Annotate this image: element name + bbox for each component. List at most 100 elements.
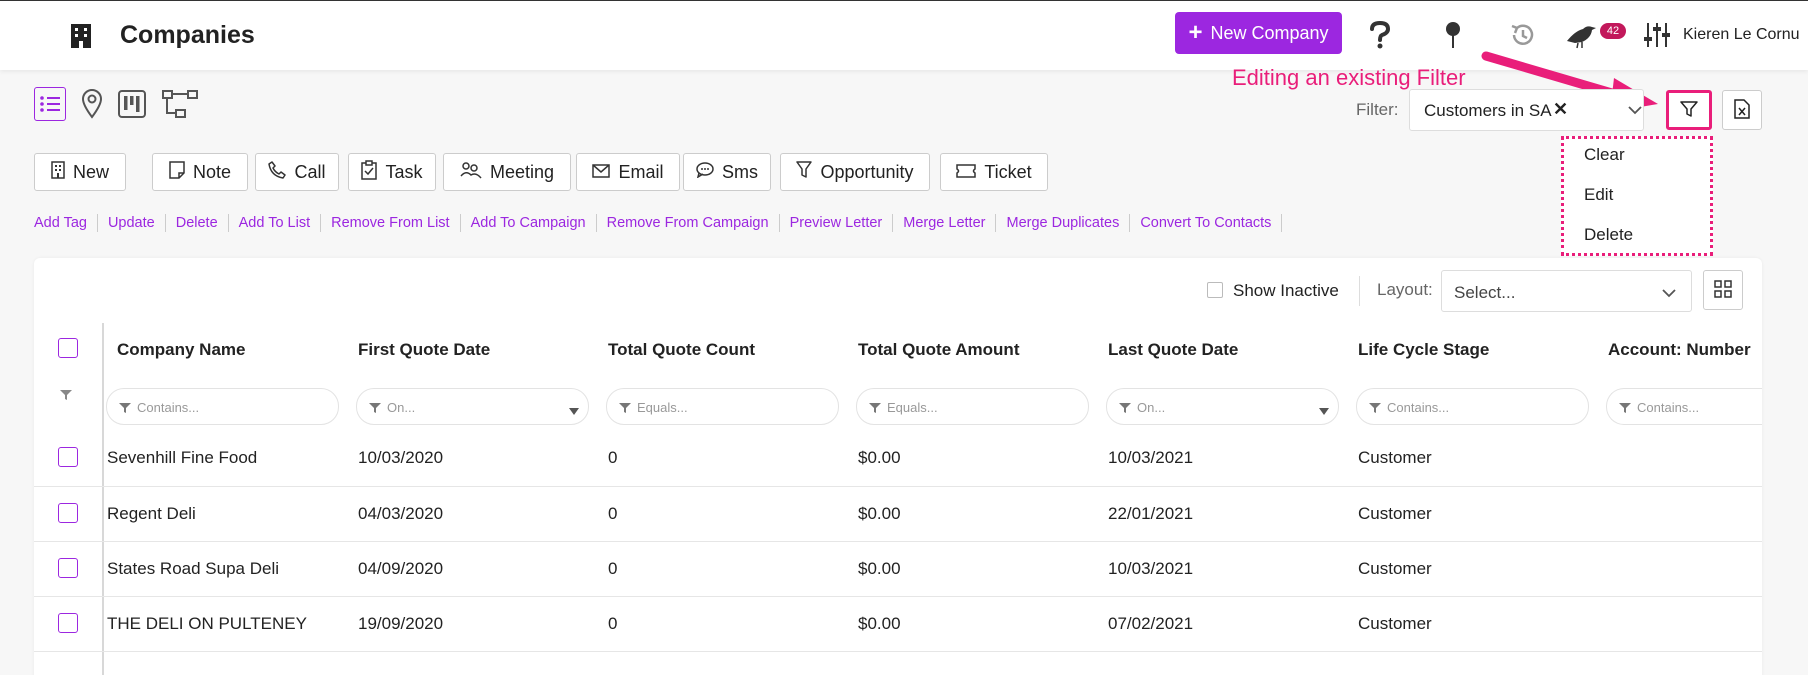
column-header-total-quote-amount[interactable]: Total Quote Amount — [858, 340, 1019, 360]
filter-value: Customers in SA — [1424, 101, 1552, 120]
link-convert-to-contacts[interactable]: Convert To Contacts — [1130, 214, 1283, 232]
bulk-action-links: Add Tag Update Delete Add To List Remove… — [34, 214, 1283, 232]
user-name[interactable]: Kieren Le Cornu — [1683, 26, 1800, 44]
kanban-view-icon[interactable] — [116, 87, 148, 121]
companies-table-card: Show Inactive Layout: Select... Company … — [34, 258, 1762, 675]
task-button[interactable]: Task — [348, 153, 436, 191]
cell-first-quote-date: 19/09/2020 — [358, 614, 444, 633]
filter-label: Filter: — [1356, 100, 1399, 119]
cell-company-name[interactable]: Regent Deli — [107, 504, 196, 524]
clear-filter-icon[interactable]: ✕ — [1553, 99, 1568, 120]
layout-select-placeholder: Select... — [1454, 283, 1516, 302]
note-button-label: Note — [192, 161, 232, 182]
link-delete[interactable]: Delete — [166, 214, 229, 232]
show-inactive-checkbox[interactable] — [1207, 282, 1223, 298]
table-row[interactable]: Regent Deli 04/03/2020 0 $0.00 22/01/202… — [34, 486, 1762, 541]
link-add-to-campaign[interactable]: Add To Campaign — [461, 214, 597, 232]
cell-first-quote-date: 04/09/2020 — [358, 559, 444, 578]
row-checkbox[interactable] — [58, 503, 78, 523]
column-header-life-cycle-stage[interactable]: Life Cycle Stage — [1358, 340, 1489, 360]
layout-label: Layout: — [1377, 280, 1433, 299]
caret-down-icon — [569, 403, 579, 421]
new-button[interactable]: New — [34, 153, 126, 191]
chevron-down-icon — [1628, 102, 1642, 120]
select-all-checkbox[interactable] — [58, 338, 78, 358]
cell-last-quote-date: 22/01/2021 — [1108, 504, 1194, 523]
funnel-icon — [119, 401, 131, 419]
cell-company-name[interactable]: Sevenhill Fine Food — [107, 448, 257, 468]
filter-placeholder: Contains... — [1387, 400, 1450, 415]
filter-total-quote-count[interactable]: Equals... — [606, 388, 839, 425]
filter-account-number[interactable]: Contains... — [1606, 388, 1762, 425]
clipboard-check-icon — [361, 159, 378, 185]
column-header-company-name[interactable]: Company Name — [117, 340, 245, 360]
link-remove-from-campaign[interactable]: Remove From Campaign — [597, 214, 780, 232]
filter-menu-clear[interactable]: Clear — [1584, 145, 1625, 165]
help-icon[interactable] — [1364, 19, 1396, 51]
link-add-to-list[interactable]: Add To List — [229, 214, 322, 232]
map-view-icon[interactable] — [76, 87, 108, 121]
call-button[interactable]: Call — [255, 153, 339, 191]
new-company-button[interactable]: + New Company — [1175, 12, 1342, 54]
sms-button[interactable]: Sms — [683, 153, 771, 191]
column-header-account-number[interactable]: Account: Number — [1608, 340, 1751, 360]
cell-life-cycle-stage: Customer — [1358, 614, 1432, 633]
filter-placeholder: On... — [1137, 400, 1166, 415]
note-button[interactable]: Note — [152, 153, 248, 191]
table-row[interactable]: States Road Supa Deli 04/09/2020 0 $0.00… — [34, 541, 1762, 596]
export-excel-button[interactable] — [1722, 90, 1762, 130]
cell-company-name[interactable]: THE DELI ON PULTENEY — [107, 614, 307, 634]
new-company-label: New Company — [1210, 22, 1329, 43]
link-merge-letter[interactable]: Merge Letter — [893, 214, 997, 232]
filter-first-quote-date[interactable]: On... — [356, 388, 589, 425]
filter-select[interactable]: Customers in SA ✕ — [1409, 89, 1644, 131]
hierarchy-view-icon[interactable] — [160, 87, 200, 121]
table-row[interactable]: THE DELI ON PULTENEY 19/09/2020 0 $0.00 … — [34, 596, 1762, 651]
filter-button[interactable] — [1666, 90, 1712, 130]
cell-last-quote-date: 10/03/2021 — [1108, 448, 1194, 467]
meeting-button[interactable]: Meeting — [443, 153, 571, 191]
funnel-icon — [619, 401, 631, 419]
funnel-icon — [1680, 100, 1698, 121]
funnel-icon — [869, 401, 881, 419]
opportunity-button-label: Opportunity — [820, 161, 914, 182]
filter-placeholder: Contains... — [1637, 400, 1700, 415]
page-title: Companies — [120, 21, 255, 49]
plus-icon: + — [1188, 19, 1203, 46]
row-checkbox[interactable] — [58, 558, 78, 578]
show-inactive-label[interactable]: Show Inactive — [1233, 281, 1339, 301]
annotation-text: Editing an existing Filter — [1232, 65, 1466, 90]
column-header-first-quote-date[interactable]: First Quote Date — [358, 340, 490, 360]
link-remove-from-list[interactable]: Remove From List — [321, 214, 461, 232]
filter-last-quote-date[interactable]: On... — [1106, 388, 1339, 425]
cell-company-name[interactable]: States Road Supa Deli — [107, 559, 279, 579]
table-row-separator — [34, 651, 1762, 675]
map-pin-icon[interactable] — [1437, 19, 1469, 51]
link-merge-duplicates[interactable]: Merge Duplicates — [996, 214, 1131, 232]
notification-badge: 42 — [1600, 23, 1626, 39]
column-header-total-quote-count[interactable]: Total Quote Count — [608, 340, 755, 360]
filter-company-name[interactable]: Contains... — [106, 388, 339, 425]
column-chooser-button[interactable] — [1703, 270, 1743, 310]
chevron-down-icon — [1662, 285, 1676, 303]
row-checkbox[interactable] — [58, 447, 78, 467]
layout-select[interactable]: Select... — [1441, 270, 1692, 312]
task-button-label: Task — [385, 161, 423, 182]
list-view-icon[interactable] — [34, 87, 66, 121]
filter-placeholder: On... — [387, 400, 416, 415]
opportunity-button[interactable]: Opportunity — [780, 153, 930, 191]
link-update[interactable]: Update — [98, 214, 166, 232]
meeting-icon — [460, 161, 482, 184]
filter-menu-delete[interactable]: Delete — [1584, 225, 1633, 245]
email-button[interactable]: Email — [576, 153, 680, 191]
ticket-button[interactable]: Ticket — [940, 153, 1048, 191]
link-preview-letter[interactable]: Preview Letter — [780, 214, 894, 232]
filter-life-cycle-stage[interactable]: Contains... — [1356, 388, 1589, 425]
table-row[interactable]: Sevenhill Fine Food 10/03/2020 0 $0.00 1… — [34, 431, 1762, 486]
caret-down-icon — [1319, 403, 1329, 421]
link-add-tag[interactable]: Add Tag — [34, 214, 98, 232]
filter-menu-edit[interactable]: Edit — [1584, 185, 1613, 205]
column-header-last-quote-date[interactable]: Last Quote Date — [1108, 340, 1238, 360]
row-checkbox[interactable] — [58, 613, 78, 633]
filter-total-quote-amount[interactable]: Equals... — [856, 388, 1089, 425]
